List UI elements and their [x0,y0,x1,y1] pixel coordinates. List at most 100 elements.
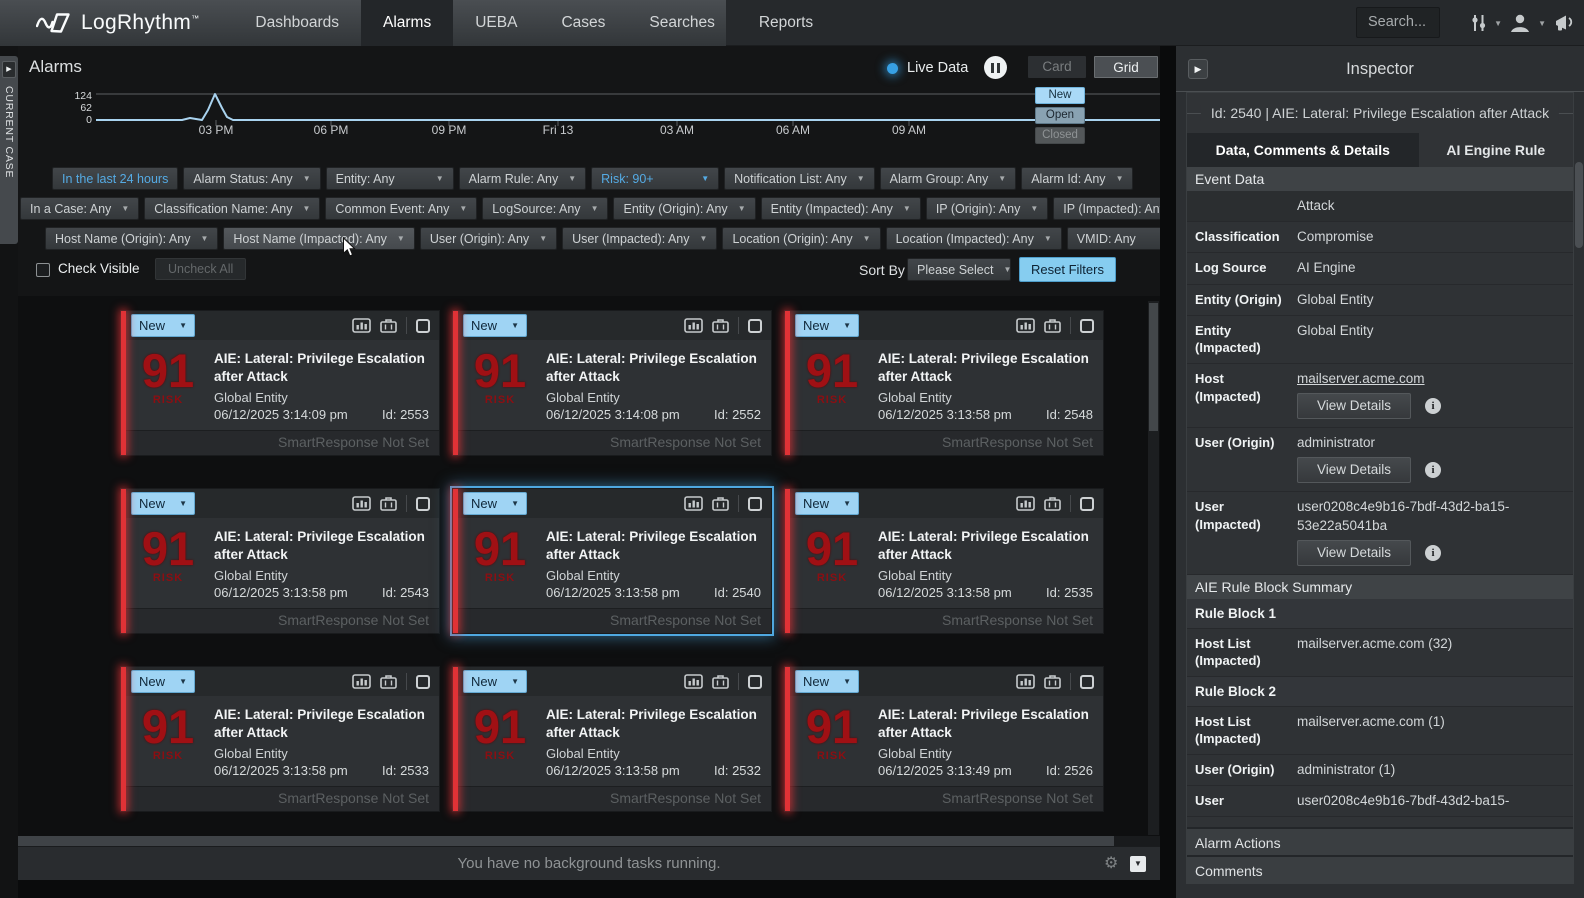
legend-open-button[interactable]: Open [1035,107,1085,124]
card-select-checkbox[interactable] [748,497,762,511]
tab-ai-engine-rule[interactable]: AI Engine Rule [1419,133,1573,167]
alarm-card-selected[interactable]: New▼ 91 RISK AIE: Lateral: Privilege Esc… [452,488,772,634]
user-profile-caret-icon[interactable]: ▼ [1538,19,1546,28]
uncheck-all-button[interactable]: Uncheck All [155,258,246,280]
legend-closed-button[interactable]: Closed [1035,127,1085,144]
alarm-card[interactable]: New▼ 91 RISK AIE: Lateral: Privilege Esc… [784,488,1104,634]
nav-item-dashboards[interactable]: Dashboards [233,0,361,46]
legend-new-button[interactable]: New [1035,87,1085,104]
current-case-tab[interactable]: ▶ CURRENT CASE [0,56,18,244]
aie-rule-block-summary-header[interactable]: AIE Rule Block Summary [1187,575,1573,599]
nav-item-ueba[interactable]: UEBA [453,0,539,46]
add-to-case-icon[interactable] [712,496,729,511]
view-details-button[interactable]: View Details [1297,457,1411,483]
logrhythm-logo[interactable]: LogRhythm™ [0,0,233,46]
drilldown-chart-icon[interactable] [352,318,371,333]
drilldown-chart-icon[interactable] [684,318,703,333]
pause-live-data-button[interactable] [984,56,1007,79]
info-icon[interactable]: i [1425,462,1441,478]
alarm-status-dropdown[interactable]: New▼ [463,314,527,337]
add-to-case-icon[interactable] [380,318,397,333]
event-data-section-header[interactable]: Event Data [1187,167,1573,191]
view-details-button[interactable]: View Details [1297,393,1411,419]
drilldown-chart-icon[interactable] [684,674,703,689]
filter-risk[interactable]: Risk: 90+▼ [591,167,719,190]
filter-alarm-id[interactable]: Alarm Id: Any▼ [1021,167,1133,190]
drilldown-chart-icon[interactable] [352,496,371,511]
alarm-status-dropdown[interactable]: New▼ [795,314,859,337]
user-profile-icon[interactable] [1508,12,1532,34]
add-to-case-icon[interactable] [1044,318,1061,333]
cards-horizontal-scrollbar[interactable] [18,836,1160,846]
inspector-collapse-icon[interactable]: ▶ [1188,59,1208,79]
alarm-card[interactable]: New▼ 91 RISK AIE: Lateral: Privilege Esc… [784,310,1104,456]
sort-select-dropdown[interactable]: Please Select▼ [907,258,1011,281]
alarm-card[interactable]: New▼ 91 RISK AIE: Lateral: Privilege Esc… [784,666,1104,812]
nav-item-searches[interactable]: Searches [627,0,736,46]
alarm-status-dropdown[interactable]: New▼ [131,492,195,515]
live-data-toggle[interactable]: Live Data [887,60,968,76]
scrollbar-thumb[interactable] [1149,303,1158,431]
filter-classification-name[interactable]: Classification Name: Any▼ [144,197,320,220]
filter-location-impacted[interactable]: Location (Impacted): Any▼ [886,227,1062,250]
card-select-checkbox[interactable] [416,497,430,511]
card-select-checkbox[interactable] [416,319,430,333]
filter-entity-origin[interactable]: Entity (Origin): Any▼ [613,197,755,220]
current-case-expand-icon[interactable]: ▶ [2,61,16,78]
add-to-case-icon[interactable] [712,318,729,333]
add-to-case-icon[interactable] [380,674,397,689]
alarm-card[interactable]: New▼ 91 RISK AIE: Lateral: Privilege Esc… [120,310,440,456]
filter-host-name-origin[interactable]: Host Name (Origin): Any▼ [45,227,218,250]
comments-section-header[interactable]: Comments [1187,855,1573,883]
card-select-checkbox[interactable] [1080,497,1094,511]
filter-logsource[interactable]: LogSource: Any▼ [482,197,608,220]
nav-item-reports[interactable]: Reports [737,0,835,46]
tab-data-comments-details[interactable]: Data, Comments & Details [1187,133,1419,167]
grid-view-button[interactable]: Grid [1094,56,1158,78]
alarm-status-dropdown[interactable]: New▼ [131,670,195,693]
alarm-card[interactable]: New▼ 91 RISK AIE: Lateral: Privilege Esc… [120,488,440,634]
card-select-checkbox[interactable] [748,319,762,333]
filter-time-range[interactable]: In the last 24 hours [52,167,178,190]
alarm-card[interactable]: New▼ 91 RISK AIE: Lateral: Privilege Esc… [452,310,772,456]
card-select-checkbox[interactable] [748,675,762,689]
filter-user-impacted[interactable]: User (Impacted): Any▼ [562,227,717,250]
drilldown-chart-icon[interactable] [1016,674,1035,689]
drilldown-chart-icon[interactable] [1016,318,1035,333]
filter-notification-list[interactable]: Notification List: Any▼ [724,167,874,190]
info-icon[interactable]: i [1425,545,1441,561]
card-view-button[interactable]: Card [1028,56,1086,78]
filter-common-event[interactable]: Common Event: Any▼ [325,197,477,220]
add-to-case-icon[interactable] [712,674,729,689]
alarm-card[interactable]: New▼ 91 RISK AIE: Lateral: Privilege Esc… [120,666,440,812]
drilldown-chart-icon[interactable] [1016,496,1035,511]
collapse-tasks-icon[interactable]: ▼ [1130,856,1146,872]
filter-user-origin[interactable]: User (Origin): Any▼ [420,227,557,250]
info-icon[interactable]: i [1425,398,1441,414]
check-visible-checkbox[interactable] [36,263,50,277]
announcements-megaphone-icon[interactable] [1552,12,1578,34]
alarm-status-dropdown[interactable]: New▼ [795,492,859,515]
alarm-status-dropdown[interactable]: New▼ [795,670,859,693]
preferences-caret-icon[interactable]: ▼ [1494,19,1502,28]
card-select-checkbox[interactable] [1080,675,1094,689]
add-to-case-icon[interactable] [1044,674,1061,689]
inspector-scrollbar-thumb[interactable] [1575,162,1583,248]
host-impacted-link[interactable]: mailserver.acme.com [1297,371,1425,386]
alarm-status-dropdown[interactable]: New▼ [463,492,527,515]
add-to-case-icon[interactable] [1044,496,1061,511]
nav-item-cases[interactable]: Cases [539,0,627,46]
gear-icon[interactable]: ⚙ [1104,847,1118,881]
filter-in-a-case[interactable]: In a Case: Any▼ [20,197,139,220]
global-search-input[interactable]: Search... [1356,7,1440,38]
add-to-case-icon[interactable] [380,496,397,511]
scrollbar-thumb[interactable] [18,836,1114,846]
nav-item-alarms[interactable]: Alarms [361,0,453,46]
filter-entity[interactable]: Entity: Any▼ [326,167,454,190]
filter-alarm-group[interactable]: Alarm Group: Any▼ [880,167,1017,190]
card-select-checkbox[interactable] [416,675,430,689]
alarm-card[interactable]: New▼ 91 RISK AIE: Lateral: Privilege Esc… [452,666,772,812]
filter-alarm-status[interactable]: Alarm Status: Any▼ [183,167,320,190]
filter-location-origin[interactable]: Location (Origin): Any▼ [722,227,880,250]
filter-entity-impacted[interactable]: Entity (Impacted): Any▼ [761,197,921,220]
